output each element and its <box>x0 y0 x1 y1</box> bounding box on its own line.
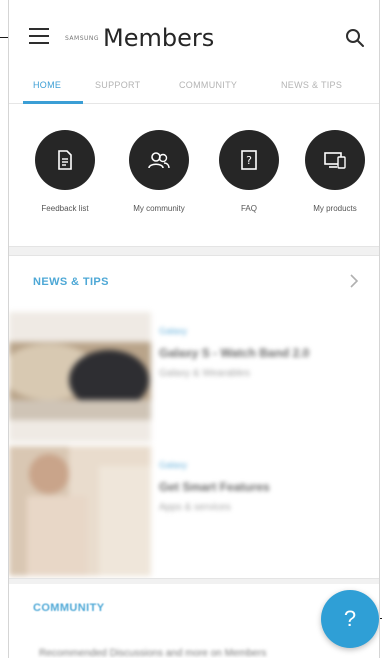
search-icon[interactable] <box>345 28 365 48</box>
hamburger-menu-icon[interactable] <box>29 28 49 46</box>
news-card[interactable]: Galaxy Get Smart Features Apps & service… <box>9 446 379 586</box>
news-card[interactable]: Galaxy Galaxy S - Watch Band 2.0 Galaxy … <box>9 312 379 452</box>
people-icon <box>148 152 170 169</box>
news-thumbnail <box>9 446 151 576</box>
community-section-title: COMMUNITY <box>33 602 105 614</box>
brand-name: Members <box>103 24 215 52</box>
quick-action-label: FAQ <box>240 204 257 213</box>
question-doc-icon: ? <box>241 150 257 170</box>
chevron-right-icon[interactable] <box>347 272 361 290</box>
news-tag: Galaxy <box>159 326 188 336</box>
tab-home[interactable]: HOME <box>33 80 61 90</box>
app-logo: SAMSUNG Members <box>65 24 214 52</box>
news-title: Galaxy S - Watch Band 2.0 <box>159 346 310 360</box>
app-header: SAMSUNG Members <box>9 0 379 72</box>
tab-support[interactable]: SUPPORT <box>95 80 140 90</box>
quick-action-label: Feedback list <box>41 204 89 213</box>
active-tab-indicator <box>23 101 83 104</box>
app-screen: SAMSUNG Members HOME SUPPORT COMMUNITY N… <box>8 0 380 658</box>
help-icon: ? <box>343 606 357 631</box>
quick-action-community[interactable]: My community <box>117 130 201 213</box>
news-title: Get Smart Features <box>159 480 270 494</box>
quick-action-label: My community <box>133 204 185 213</box>
news-subtitle: Apps & services <box>159 502 231 513</box>
section-divider <box>9 246 379 256</box>
quick-action-label: My products <box>313 204 357 213</box>
svg-text:?: ? <box>246 154 252 167</box>
section-divider <box>9 578 379 584</box>
help-button[interactable]: ? <box>321 590 379 648</box>
news-tag: Galaxy <box>159 460 188 470</box>
quick-action-faq[interactable]: ? FAQ <box>207 130 291 213</box>
devices-icon <box>324 152 346 169</box>
tab-community[interactable]: COMMUNITY <box>179 80 237 90</box>
news-section-title: NEWS & TIPS <box>33 276 109 288</box>
news-section-header[interactable]: NEWS & TIPS <box>9 258 379 306</box>
brand-prefix: SAMSUNG <box>65 34 100 42</box>
news-thumbnail <box>9 312 151 442</box>
news-subtitle: Galaxy & Wearables <box>159 368 250 379</box>
quick-action-feedback[interactable]: Feedback list <box>23 130 107 213</box>
document-icon <box>58 150 72 170</box>
tab-bar: HOME SUPPORT COMMUNITY NEWS & TIPS <box>9 68 379 104</box>
tab-news-tips[interactable]: NEWS & TIPS <box>281 80 342 90</box>
quick-actions: Feedback list My community ? FAQ My prod… <box>9 130 379 240</box>
community-preview-text: Recommended Discussions and more on Memb… <box>39 648 267 658</box>
quick-action-products[interactable]: My products <box>293 130 377 213</box>
